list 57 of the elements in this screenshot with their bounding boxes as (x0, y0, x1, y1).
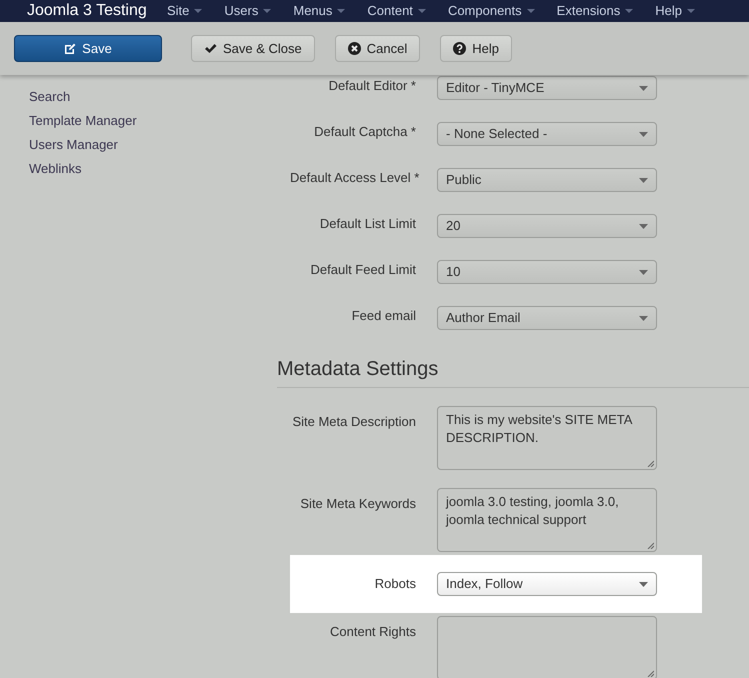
select-field[interactable]: - None Selected - (437, 122, 657, 146)
caret-icon (687, 9, 695, 13)
caret-icon (639, 132, 648, 136)
field-label: Default Feed Limit (310, 261, 417, 279)
select-field[interactable]: Public (437, 168, 657, 192)
text-area[interactable]: joomla 3.0 testing, joomla 3.0, joomla technical support (437, 488, 657, 552)
field-label: Default Access Level * (290, 169, 418, 187)
check-icon (204, 43, 217, 54)
field-label: Robots (374, 575, 417, 594)
select-field[interactable]: Author Email (437, 306, 657, 330)
resize-handle-icon[interactable] (647, 542, 654, 549)
resize-handle-icon[interactable] (647, 670, 654, 677)
resize-handle-icon[interactable] (647, 460, 654, 467)
caret-icon (625, 9, 634, 13)
field-label: Feed email (350, 307, 417, 325)
toolbar-button[interactable]: Help (440, 35, 512, 62)
menu-item[interactable]: Site (167, 1, 202, 21)
save-button[interactable]: Save (14, 35, 162, 62)
field-label: Content Rights (329, 623, 417, 641)
text-area[interactable]: This is my website's SITE META DESCRIPTION. (437, 406, 657, 470)
edit-icon (64, 42, 76, 54)
help-icon (453, 42, 466, 55)
menu-item[interactable]: Extensions (556, 1, 634, 21)
caret-icon (526, 9, 535, 13)
section-heading: Metadata Settings (277, 357, 438, 382)
field-label: Default Editor * (328, 77, 417, 95)
menu-item[interactable]: Menus (293, 1, 346, 21)
caret-icon (639, 270, 648, 274)
sidebar-item[interactable]: Search (29, 85, 70, 109)
select-field[interactable]: 10 (437, 260, 657, 284)
caret-icon (418, 9, 426, 13)
field-label: Default Captcha * (313, 123, 417, 141)
field-label: Site Meta Keywords (299, 495, 417, 513)
caret-icon (639, 316, 648, 320)
caret-icon (639, 178, 648, 182)
caret-icon (639, 582, 648, 586)
caret-icon (194, 9, 202, 13)
sidebar-item[interactable]: Template Manager (29, 109, 137, 133)
sidebar-item[interactable]: Users Manager (29, 133, 118, 157)
menu-item[interactable]: Help (655, 1, 695, 21)
toolbar-button[interactable]: Cancel (334, 35, 420, 62)
toolbar-button[interactable]: Save & Close (191, 35, 315, 62)
cancel-icon (348, 42, 361, 55)
select-field[interactable]: Index, Follow (437, 572, 657, 596)
menu-item[interactable]: Content (367, 1, 426, 21)
menu-item[interactable]: Users (224, 1, 272, 21)
caret-icon (337, 9, 346, 13)
menu-item[interactable]: Components (448, 1, 535, 21)
sidebar-item[interactable]: Weblinks (29, 157, 82, 181)
field-label: Default List Limit (318, 215, 417, 233)
field-label: Site Meta Description (291, 413, 417, 431)
caret-icon (639, 86, 648, 90)
caret-icon (639, 224, 648, 228)
select-field[interactable]: 20 (437, 214, 657, 238)
caret-icon (263, 9, 272, 13)
select-field[interactable]: Editor - TinyMCE (437, 76, 657, 100)
brand-title[interactable]: Joomla 3 Testing (27, 0, 167, 23)
